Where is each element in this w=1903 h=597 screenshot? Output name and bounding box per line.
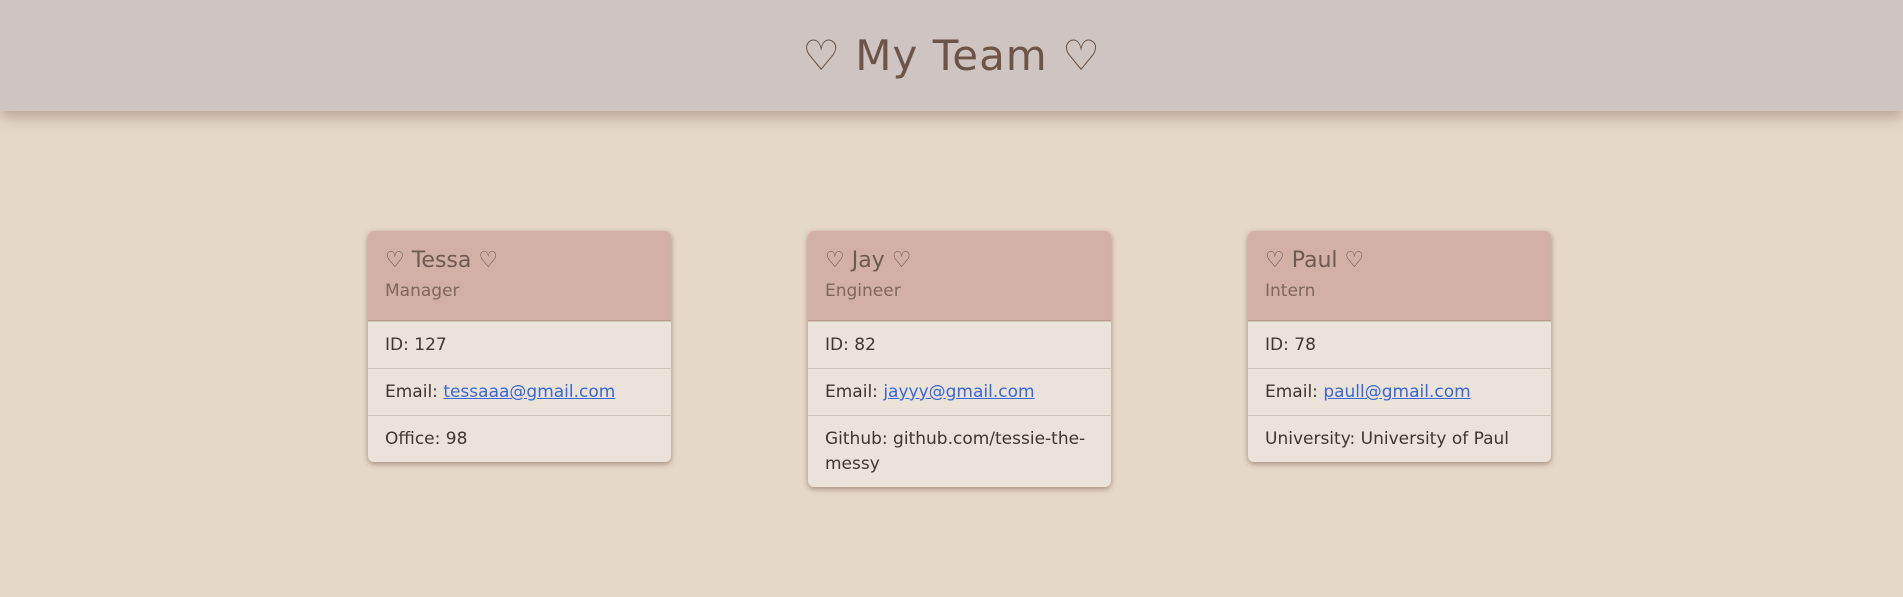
email-label: Email: [385,382,438,402]
employee-id: 127 [414,335,447,355]
employee-email-row: Email: jayyy@gmail.com [808,368,1111,415]
github-label: Github: [825,429,888,449]
university-name: University of Paul [1360,429,1510,449]
university-label: University: [1265,429,1356,449]
id-label: ID: [825,335,849,355]
employee-id-row: ID: 127 [368,321,671,368]
page-title: ♡ My Team ♡ [802,31,1101,80]
employee-office-row: Office: 98 [368,415,671,462]
office-label: Office: [385,429,441,449]
employee-email-row: Email: tessaaa@gmail.com [368,368,671,415]
card-header: ♡ Paul ♡ Intern [1248,231,1551,321]
id-label: ID: [385,335,409,355]
employee-email-link[interactable]: tessaaa@gmail.com [443,382,615,402]
employee-id: 78 [1294,335,1316,355]
employee-role: Engineer [825,281,901,301]
office-number: 98 [445,429,468,449]
employee-id: 82 [854,335,876,355]
employee-id-row: ID: 78 [1248,321,1551,368]
employee-card-engineer: ♡ Jay ♡ Engineer ID: 82 Email: jayyy@gma… [808,231,1111,487]
employee-id-row: ID: 82 [808,321,1111,368]
page-header: ♡ My Team ♡ [0,0,1903,111]
employee-name: ♡ Paul ♡ [1265,248,1365,273]
employee-role: Manager [385,281,460,301]
employee-university-row: University: University of Paul [1248,415,1551,462]
employee-name: ♡ Tessa ♡ [385,248,499,273]
employee-github-row: Github: github.com/tessie-the-messy [808,415,1111,487]
employee-name: ♡ Jay ♡ [825,248,912,273]
employee-email-link[interactable]: jayyy@gmail.com [883,382,1034,402]
card-header: ♡ Jay ♡ Engineer [808,231,1111,321]
employee-email-row: Email: paull@gmail.com [1248,368,1551,415]
employee-card-manager: ♡ Tessa ♡ Manager ID: 127 Email: tessaaa… [368,231,671,462]
employee-card-intern: ♡ Paul ♡ Intern ID: 78 Email: paull@gmai… [1248,231,1551,462]
card-header: ♡ Tessa ♡ Manager [368,231,671,321]
employee-role: Intern [1265,281,1316,301]
employee-email-link[interactable]: paull@gmail.com [1323,382,1470,402]
email-label: Email: [1265,382,1318,402]
email-label: Email: [825,382,878,402]
id-label: ID: [1265,335,1289,355]
